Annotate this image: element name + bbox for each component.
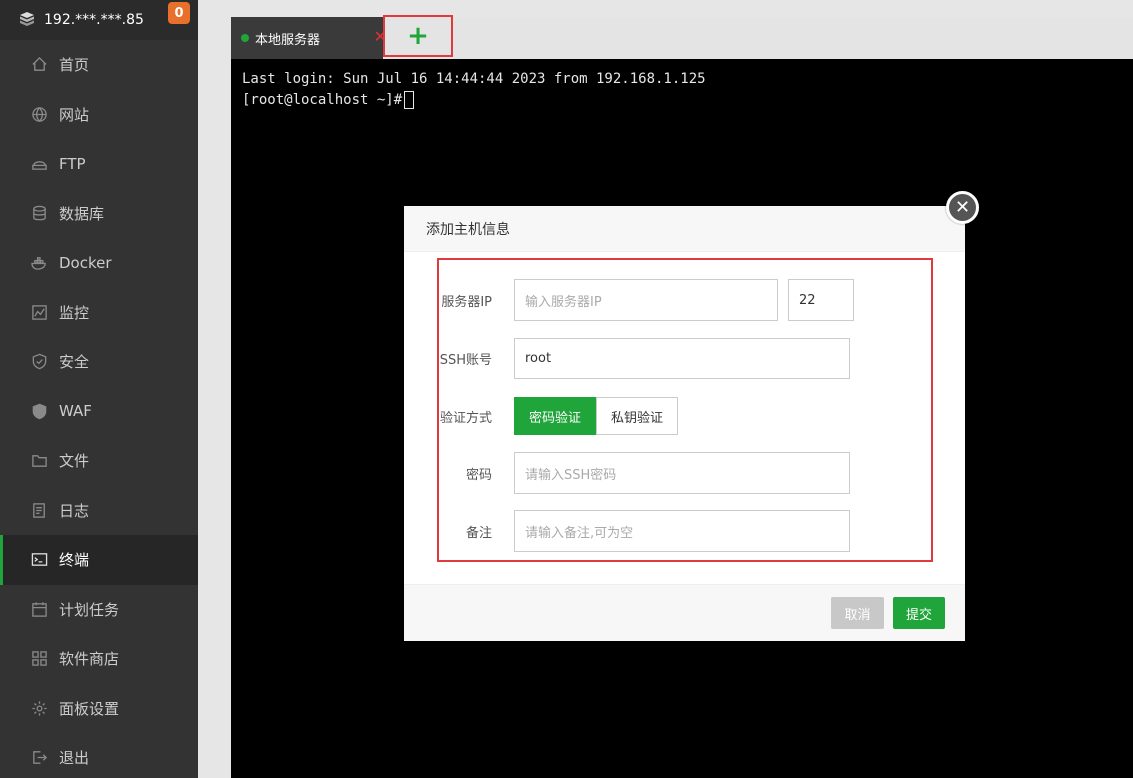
ssh-account-input[interactable]: root: [514, 338, 850, 379]
sidebar-item-label: WAF: [59, 402, 92, 421]
sidebar-item-globe[interactable]: 网站: [0, 90, 198, 140]
sidebar-item-log[interactable]: 日志: [0, 486, 198, 536]
auth-method-row: 验证方式 密码验证 私钥验证: [404, 397, 679, 435]
sidebar-item-calendar[interactable]: 计划任务: [0, 585, 198, 635]
sidebar-item-label: 网站: [59, 105, 90, 124]
auth-key-option[interactable]: 私钥验证: [596, 397, 679, 435]
terminal-line: Last login: Sun Jul 16 14:44:44 2023 fro…: [242, 71, 706, 87]
home-icon: [30, 56, 48, 74]
sidebar-item-label: 首页: [59, 56, 90, 75]
shield-icon: [30, 353, 48, 371]
waf-shield-icon: [30, 402, 48, 420]
server-icon: [20, 12, 34, 26]
sidebar-item-label: 退出: [59, 749, 90, 768]
sidebar-item-folder[interactable]: 文件: [0, 436, 198, 486]
terminal-prompt-line: [root@localhost ~]#: [242, 90, 1133, 111]
password-label: 密码: [465, 467, 492, 483]
note-input[interactable]: 请输入备注,可为空: [514, 510, 850, 552]
sidebar-item-label: 终端: [59, 551, 90, 570]
tab-label: 本地服务器: [255, 32, 321, 48]
ssh-account-label: SSH账号: [439, 353, 492, 368]
ssh-account-row: SSH账号 root: [404, 338, 850, 379]
ftp-icon: [30, 155, 48, 173]
sidebar: 192.***.***.85 0 首页网站 FTP 数据库 Docker 监控安全 WAF…: [0, 0, 198, 778]
add-tab-button[interactable]: +: [383, 15, 453, 57]
tab-local-server[interactable]: 本地服务器 ✕: [231, 17, 387, 59]
apps-icon: [30, 650, 48, 668]
sidebar-item-label: Docker: [59, 253, 112, 272]
server-ip-input[interactable]: 输入服务器IP: [514, 279, 778, 321]
sidebar-item-label: 面板设置: [59, 699, 120, 718]
sidebar-item-logout[interactable]: 退出: [0, 733, 198, 778]
globe-icon: [30, 105, 48, 123]
sidebar-item-database[interactable]: 数据库: [0, 189, 198, 239]
monitor-icon: [30, 303, 48, 321]
gear-icon: [30, 699, 48, 717]
database-icon: [30, 204, 48, 222]
sidebar-item-apps[interactable]: 软件商店: [0, 634, 198, 684]
sidebar-item-label: 日志: [59, 501, 90, 520]
port-input[interactable]: 22: [788, 279, 854, 321]
notification-badge[interactable]: 0: [168, 2, 190, 24]
close-icon: ✕: [954, 197, 971, 218]
sidebar-item-label: FTP: [59, 154, 86, 173]
server-header[interactable]: 192.***.***.85 0: [0, 0, 198, 40]
terminal-output[interactable]: Last login: Sun Jul 16 14:44:44 2023 fro…: [231, 59, 1133, 111]
sidebar-item-ftp[interactable]: FTP: [0, 139, 198, 189]
note-row: 备注 请输入备注,可为空: [404, 510, 850, 552]
auth-method-toggle: 密码验证 私钥验证: [514, 397, 679, 435]
log-icon: [30, 501, 48, 519]
calendar-icon: [30, 600, 48, 618]
sidebar-item-gear[interactable]: 面板设置: [0, 684, 198, 734]
terminal-icon: [30, 551, 48, 569]
logout-icon: [30, 749, 48, 767]
server-name: 192.***.***.85: [44, 12, 144, 28]
sidebar-item-terminal[interactable]: 终端: [0, 535, 198, 585]
sidebar-item-label: 数据库: [59, 204, 105, 223]
terminal-tabbar: 本地服务器 ✕ +: [231, 15, 1133, 59]
terminal-cursor: [404, 91, 415, 109]
sidebar-item-home[interactable]: 首页: [0, 40, 198, 90]
dialog-title: 添加主机信息: [404, 206, 965, 252]
password-input[interactable]: 请输入SSH密码: [514, 452, 850, 494]
terminal-prompt: [root@localhost ~]#: [242, 92, 403, 108]
dialog-close-button[interactable]: ✕: [946, 191, 979, 224]
sidebar-item-shield[interactable]: 安全: [0, 337, 198, 387]
auth-method-label: 验证方式: [439, 410, 492, 426]
sidebar-item-docker[interactable]: Docker: [0, 238, 198, 288]
sidebar-item-label: 文件: [59, 452, 90, 471]
add-host-dialog: 添加主机信息 服务器IP 输入服务器IP 22 SSH账号 root 验证方式 …: [404, 206, 965, 641]
sidebar-item-label: 软件商店: [59, 650, 120, 669]
dialog-footer: 取消 提交: [404, 584, 965, 641]
password-row: 密码 请输入SSH密码: [404, 452, 850, 494]
auth-password-option[interactable]: 密码验证: [514, 397, 597, 435]
docker-icon: [30, 254, 48, 272]
server-ip-row: 服务器IP 输入服务器IP 22: [404, 279, 854, 321]
server-ip-label: 服务器IP: [441, 294, 492, 310]
note-label: 备注: [465, 525, 492, 541]
sidebar-item-label: 安全: [59, 353, 90, 372]
submit-button[interactable]: 提交: [893, 597, 945, 629]
sidebar-item-waf-shield[interactable]: WAF: [0, 387, 198, 437]
cancel-button[interactable]: 取消: [831, 597, 884, 629]
folder-icon: [30, 452, 48, 470]
status-dot-icon: [241, 34, 249, 42]
sidebar-item-label: 计划任务: [59, 600, 120, 619]
sidebar-item-label: 监控: [59, 303, 90, 322]
sidebar-item-monitor[interactable]: 监控: [0, 288, 198, 338]
plus-icon: +: [407, 21, 429, 51]
sidebar-menu: 首页网站 FTP 数据库 Docker 监控安全 WAF 文件日志终端计划任务软件商店面板设…: [0, 40, 198, 778]
